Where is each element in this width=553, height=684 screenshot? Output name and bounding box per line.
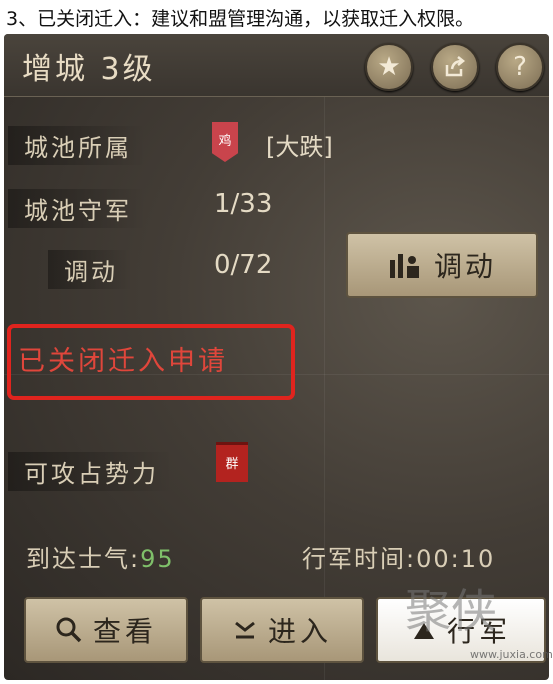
owner-banner-icon: 鸡 [212,122,238,162]
search-icon [56,617,82,643]
watermark-logo: 聚侠 [405,584,497,638]
share-button[interactable] [431,43,479,91]
morale-value: 95 [140,545,175,573]
attackable-faction-label: 可攻占势力 [8,452,173,491]
mobilize-value: 0/72 [214,250,273,280]
owner-label: 城池所属 [8,126,146,165]
march-time-value: 00:10 [416,545,496,573]
garrison-value: 1/33 [214,189,273,219]
morale-row: 到达士气:95 [26,539,175,574]
view-button[interactable]: 查看 [24,597,188,663]
star-icon: ★ [377,52,401,82]
watermark-url: www.juxia.com [470,648,553,661]
favorite-button[interactable]: ★ [365,43,413,91]
enter-icon [235,621,255,639]
enter-button[interactable]: 进入 [200,597,364,663]
mobilize-label: 调动 [48,250,132,289]
faction-banner-icon: 群 [216,442,248,482]
migration-closed-notice: 已关闭迁入申请 [18,346,228,377]
panel-header: 增城 3级 ★ ? [4,34,549,97]
share-icon [445,56,466,77]
morale-label: 到达士气: [26,545,141,573]
march-time-label: 行军时间: [302,545,417,573]
owner-name[interactable]: [大跌] [266,127,333,162]
troops-icon [389,254,419,278]
garrison-label: 城池守军 [8,189,146,228]
mobilize-button[interactable]: 调动 [346,232,538,298]
help-icon: ? [513,52,527,82]
caption-text: 3、已关闭迁入：建议和盟管理沟通，以获取迁入权限。 [6,8,475,30]
help-button[interactable]: ? [496,43,544,91]
city-title: 增城 3级 [22,52,156,87]
march-time-row: 行军时间:00:10 [302,539,495,574]
